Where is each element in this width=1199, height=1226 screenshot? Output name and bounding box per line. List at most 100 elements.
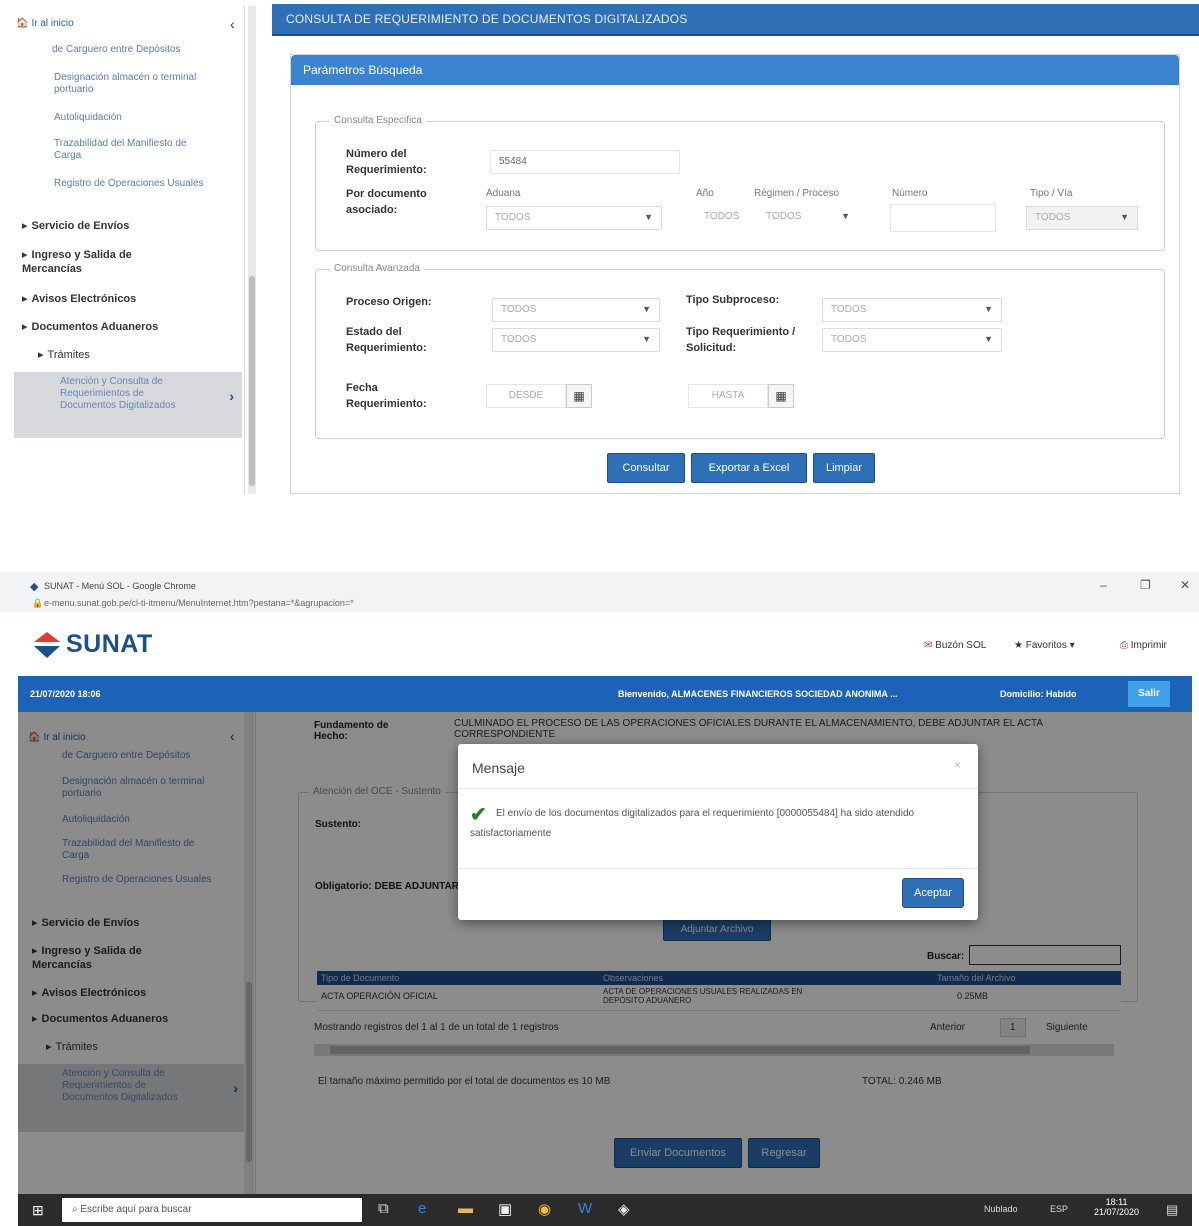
calendar-icon[interactable]: ▦ xyxy=(566,384,592,408)
chevron-down-icon: ▼ xyxy=(1120,212,1129,222)
tipo-via-select[interactable]: TODOS ▼ xyxy=(1026,206,1138,230)
sidebar-link-registro-operaciones[interactable]: Registro de Operaciones Usuales xyxy=(54,178,204,190)
sidebar-item-tramites[interactable]: ▸ Trámites xyxy=(38,348,228,362)
numero-requerimiento-input[interactable]: 55484 xyxy=(490,150,680,174)
sidebar-section-documentos-aduaneros[interactable]: ▸ Documentos Aduaneros xyxy=(22,320,212,334)
tipo-requerimiento-label: Tipo Requerimiento / Solicitud: xyxy=(686,326,796,354)
sidebar-link-carguero[interactable]: de Carguero entre Depósitos xyxy=(52,44,202,56)
windows-start-icon[interactable]: ⊞ xyxy=(32,1202,44,1219)
chevron-down-icon: ▼ xyxy=(841,211,850,221)
caret-right-icon: ▸ xyxy=(38,349,44,361)
caret-right-icon: ▸ xyxy=(22,321,28,333)
calendar-icon[interactable]: ▦ xyxy=(768,384,794,408)
sidebar-section-ingreso-salida[interactable]: ▸ Ingreso y Salida de Mercancías xyxy=(22,248,172,276)
scrollbar-thumb[interactable] xyxy=(249,276,255,486)
fecha-hasta-input[interactable]: HASTA xyxy=(688,384,768,408)
welcome-text: Bienvenido, ALMACENES FINANCIEROS SOCIED… xyxy=(618,689,898,699)
browser-chrome: ◆ SUNAT - Menú SOL - Google Chrome – ❐ ✕… xyxy=(0,572,1199,612)
message-dialog: Mensaje × ✔ El envío de los documentos d… xyxy=(458,744,978,920)
regimen-select[interactable]: TODOS ▼ xyxy=(758,206,858,230)
sunat-logo-icon xyxy=(30,628,64,662)
buzon-link[interactable]: ✉ Buzón SOL xyxy=(924,640,986,651)
dialog-title: Mensaje xyxy=(472,760,525,776)
site-header: SUNAT ✉ Buzón SOL ★ Favoritos ▾ ⎙ Imprim… xyxy=(0,612,1199,676)
caret-right-icon: ▸ xyxy=(22,220,28,232)
proceso-origen-label: Proceso Origen: xyxy=(346,296,432,308)
collapse-sidebar-icon[interactable]: ‹ xyxy=(230,16,235,32)
star-icon: ★ xyxy=(1014,640,1023,651)
caret-right-icon: ▸ xyxy=(22,293,28,305)
exportar-excel-button[interactable]: Exportar a Excel xyxy=(691,453,807,483)
consulta-especifica-legend: Consulta Especifica xyxy=(330,115,426,126)
maximize-button[interactable]: ❐ xyxy=(1140,578,1151,592)
sidebar-link-trazabilidad[interactable]: Trazabilidad del Manifiesto de Carga xyxy=(54,138,204,162)
numero-documento-input[interactable] xyxy=(890,204,996,232)
documento-asociado-label: Por documento asociado: xyxy=(346,188,427,216)
sidebar-section-servicio-envios[interactable]: ▸ Servicio de Envíos xyxy=(22,219,212,233)
proceso-origen-select[interactable]: TODOS ▼ xyxy=(492,298,660,322)
sidebar-link-designacion[interactable]: Designación almacén o terminal portuario xyxy=(54,72,204,96)
dialog-divider xyxy=(458,788,978,789)
chrome-icon[interactable]: ◉ xyxy=(538,1200,551,1218)
chevron-right-icon: › xyxy=(229,388,234,404)
minimize-button[interactable]: – xyxy=(1100,578,1107,592)
close-dialog-icon[interactable]: × xyxy=(954,758,961,772)
sunat-favicon-icon: ◆ xyxy=(30,581,39,593)
aduana-label: Aduana xyxy=(486,188,521,199)
consulta-screenshot: 🏠 Ir al inicio ‹ de Carguero entre Depósi… xyxy=(4,0,1199,494)
anio-select[interactable]: TODOS xyxy=(696,206,758,230)
sunat-logo[interactable]: SUNAT xyxy=(66,630,153,659)
consulta-avanzada-fieldset: Consulta Avanzada Proceso Origen: TODOS ▼… xyxy=(315,263,1165,439)
home-link[interactable]: 🏠 Ir al inicio xyxy=(16,18,74,29)
panel-heading: Parámetros Búsqueda xyxy=(291,55,1179,85)
fecha-desde-input[interactable]: DESDE xyxy=(486,384,566,408)
chevron-down-icon: ▼ xyxy=(984,334,993,344)
clock[interactable]: 18:11 21/07/2020 xyxy=(1094,1197,1139,1217)
task-view-icon[interactable]: ⧉ xyxy=(378,1200,389,1217)
close-window-button[interactable]: ✕ xyxy=(1180,578,1190,592)
word-icon[interactable]: W xyxy=(578,1200,592,1217)
lock-icon: 🔒 xyxy=(32,598,44,608)
sidebar-link-autoliquidacion[interactable]: Autoliquidación xyxy=(54,112,204,124)
estado-requerimiento-label: Estado del Requerimiento: xyxy=(346,326,427,354)
tipo-subproceso-label: Tipo Subproceso: xyxy=(686,294,780,306)
imprimir-link[interactable]: ⎙ Imprimir xyxy=(1120,640,1167,651)
weather-text: Nublado xyxy=(984,1204,1018,1214)
chevron-down-icon: ▼ xyxy=(644,212,653,222)
address-bar[interactable]: e-menu.sunat.gob.pe/cl-ti-itmenu/MenuInt… xyxy=(44,598,354,608)
tipo-subproceso-select[interactable]: TODOS ▼ xyxy=(822,298,1002,322)
favoritos-link[interactable]: ★ Favoritos ▾ xyxy=(1014,640,1075,651)
language-indicator[interactable]: ESP xyxy=(1050,1204,1068,1214)
aceptar-button[interactable]: Aceptar xyxy=(902,878,964,908)
taskbar-search[interactable]: ⌕ Escribe aquí para buscar xyxy=(62,1198,362,1222)
sidebar-section-avisos[interactable]: ▸ Avisos Electrónicos xyxy=(22,292,212,306)
tipo-via-label: Tipo / Vía xyxy=(1030,188,1073,199)
printer-icon: ⎙ xyxy=(1120,640,1128,651)
file-explorer-icon[interactable]: ▬ xyxy=(458,1200,473,1217)
app-icon[interactable]: ◈ xyxy=(618,1200,630,1218)
search-icon: ⌕ xyxy=(72,1204,78,1215)
estado-requerimiento-select[interactable]: TODOS ▼ xyxy=(492,328,660,352)
sidebar: 🏠 Ir al inicio ‹ de Carguero entre Depósi… xyxy=(8,6,256,494)
sidebar-scrollbar[interactable] xyxy=(248,6,256,494)
dialog-divider xyxy=(458,868,978,869)
notifications-icon[interactable]: ▤ xyxy=(1166,1202,1178,1218)
salir-button[interactable]: Salir xyxy=(1128,681,1170,707)
tipo-requerimiento-select[interactable]: TODOS ▼ xyxy=(822,328,1002,352)
anio-label: Año xyxy=(696,188,714,199)
sidebar-item-atencion-requerimientos[interactable]: Atención y Consulta de Requerimientos de… xyxy=(14,372,242,438)
numero-label: Número xyxy=(892,188,928,199)
search-panel: Parámetros Búsqueda Consulta Especifica … xyxy=(290,54,1180,494)
edge-icon[interactable]: e xyxy=(418,1200,426,1217)
mensaje-screenshot: ◆ SUNAT - Menú SOL - Google Chrome – ❐ ✕… xyxy=(0,572,1199,1226)
caret-right-icon: ▸ xyxy=(22,249,28,261)
aduana-select[interactable]: TODOS ▼ xyxy=(486,206,662,230)
windows-taskbar: ⊞ ⌕ Escribe aquí para buscar ⧉ e ▬ ▣ ◉ W… xyxy=(18,1194,1192,1226)
numero-requerimiento-label: Número del Requerimiento: xyxy=(346,148,427,176)
store-icon[interactable]: ▣ xyxy=(498,1200,512,1218)
session-datetime: 21/07/2020 18:06 xyxy=(30,689,101,699)
domicilio-text: Domicilio: Habido xyxy=(1000,689,1077,699)
limpiar-button[interactable]: Limpiar xyxy=(813,453,875,483)
consultar-button[interactable]: Consultar xyxy=(607,453,685,483)
page-title: CONSULTA DE REQUERIMIENTO DE DOCUMENTOS … xyxy=(272,4,1199,36)
